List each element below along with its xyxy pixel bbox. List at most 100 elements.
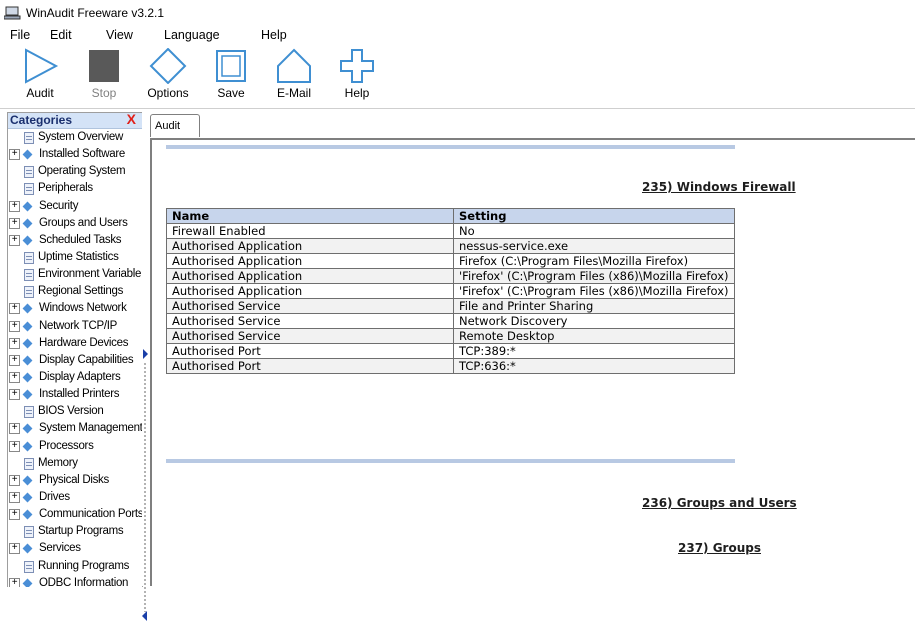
- expand-plus-icon[interactable]: +: [9, 337, 20, 349]
- cell-name: Authorised Application: [166, 253, 454, 269]
- firewall-table: Name Setting Firewall Enabled No Authorise…: [166, 208, 735, 374]
- section-heading-firewall: 235) Windows Firewall: [642, 180, 796, 194]
- sidebar-item[interactable]: + Installed Printers: [8, 386, 142, 403]
- sidebar-item[interactable]: + Hardware Devices: [8, 335, 142, 352]
- table-row: Authorised Application Firefox (C:\Progra…: [166, 253, 735, 269]
- sidebar-item[interactable]: + Physical Disks: [8, 472, 142, 489]
- document-icon: [24, 286, 34, 299]
- sidebar-item[interactable]: Environment Variable: [8, 266, 142, 283]
- cell-setting: Firefox (C:\Program Files\Mozilla Firefo…: [453, 253, 735, 269]
- sidebar-item-label: ODBC Information: [39, 576, 129, 587]
- sidebar-item[interactable]: Operating System: [8, 163, 142, 180]
- category-diamond-icon: [22, 218, 33, 229]
- toolbar: Audit Stop Options Save E-Mail Help: [0, 46, 915, 109]
- sidebar-item[interactable]: Uptime Statistics: [8, 249, 142, 266]
- sidebar-item[interactable]: Memory: [8, 455, 142, 472]
- sidebar-item[interactable]: BIOS Version: [8, 403, 142, 420]
- save-icon: [216, 50, 246, 82]
- expand-plus-icon[interactable]: +: [9, 320, 20, 332]
- expand-plus-icon[interactable]: +: [9, 474, 20, 486]
- expand-plus-icon[interactable]: +: [9, 217, 20, 229]
- expand-plus-icon[interactable]: +: [9, 149, 20, 161]
- collapse-arrow-icon[interactable]: [142, 611, 147, 621]
- sidebar-item[interactable]: System Overview: [8, 129, 142, 146]
- category-diamond-icon: [22, 441, 33, 451]
- sidebar-item[interactable]: + System Management: [8, 420, 142, 437]
- plus-help-icon: [340, 49, 374, 83]
- sidebar-item[interactable]: Running Programs: [8, 558, 142, 575]
- menu-language[interactable]: Language: [164, 28, 220, 42]
- sidebar-item[interactable]: + Services: [8, 540, 142, 557]
- menu-help[interactable]: Help: [261, 28, 287, 42]
- menu-file[interactable]: File: [10, 28, 30, 42]
- sidebar-item-label: Uptime Statistics: [38, 250, 119, 263]
- sidebar-item[interactable]: + ODBC Information: [8, 575, 142, 587]
- cell-setting: File and Printer Sharing: [453, 298, 735, 314]
- sidebar-item-label: Security: [39, 199, 79, 212]
- sidebar-item[interactable]: + Groups and Users: [8, 215, 142, 232]
- document-icon: [24, 526, 34, 539]
- help-button[interactable]: Help: [327, 48, 387, 106]
- sidebar-item[interactable]: + Communication Ports: [8, 506, 142, 523]
- tab-audit[interactable]: Audit: [150, 114, 200, 137]
- audit-button[interactable]: Audit: [10, 48, 70, 106]
- expand-plus-icon[interactable]: +: [9, 543, 20, 555]
- stop-label: Stop: [91, 86, 117, 100]
- splitter-grip[interactable]: [143, 362, 147, 612]
- section-divider: [166, 459, 735, 463]
- expand-plus-icon[interactable]: +: [9, 303, 20, 315]
- cell-setting: 'Firefox' (C:\Program Files (x86)\Mozill…: [453, 268, 735, 284]
- menu-bar: File Edit View Language Help: [0, 26, 915, 46]
- expand-plus-icon[interactable]: +: [9, 354, 20, 366]
- column-header-setting: Setting: [453, 208, 735, 224]
- expand-plus-icon[interactable]: +: [9, 234, 20, 246]
- cell-setting: TCP:389:*: [453, 343, 735, 359]
- category-diamond-icon: [22, 543, 33, 554]
- sidebar-item[interactable]: + Security: [8, 198, 142, 215]
- sidebar-item-label: Drives: [39, 490, 70, 503]
- category-tree: System Overview + Installed Software Operat…: [8, 129, 142, 587]
- stop-button[interactable]: Stop: [74, 48, 134, 106]
- categories-title: Categories: [10, 113, 73, 127]
- sidebar-item[interactable]: + Network TCP/IP: [8, 318, 142, 335]
- category-diamond-icon: [22, 423, 33, 434]
- house-email-icon: [277, 48, 311, 83]
- sidebar-item[interactable]: Peripherals: [8, 180, 142, 197]
- sidebar-item[interactable]: + Display Capabilities: [8, 352, 142, 369]
- menu-edit[interactable]: Edit: [50, 28, 72, 42]
- category-diamond-icon: [22, 372, 33, 383]
- expand-plus-icon[interactable]: +: [9, 491, 20, 503]
- email-label: E-Mail: [276, 86, 311, 100]
- expand-plus-icon[interactable]: +: [9, 389, 20, 401]
- sidebar-item[interactable]: Regional Settings: [8, 283, 142, 300]
- options-button[interactable]: Options: [138, 48, 198, 106]
- document-icon: [24, 251, 34, 264]
- sidebar-item[interactable]: + Processors: [8, 438, 142, 455]
- cell-name: Authorised Service: [166, 313, 454, 329]
- close-icon[interactable]: X: [127, 113, 136, 127]
- expand-arrow-icon[interactable]: [143, 349, 148, 359]
- expand-plus-icon[interactable]: +: [9, 423, 20, 435]
- sidebar-item[interactable]: + Installed Software: [8, 146, 142, 163]
- document-icon: [24, 132, 34, 144]
- sidebar-item[interactable]: + Drives: [8, 489, 142, 506]
- expand-plus-icon[interactable]: +: [9, 200, 20, 212]
- sidebar-item[interactable]: + Display Adapters: [8, 369, 142, 386]
- save-button[interactable]: Save: [201, 48, 261, 106]
- sidebar-item[interactable]: Startup Programs: [8, 523, 142, 540]
- sidebar-item[interactable]: + Scheduled Tasks: [8, 232, 142, 249]
- expand-plus-icon[interactable]: +: [9, 371, 20, 383]
- table-row: Authorised Service Remote Desktop: [166, 328, 735, 344]
- cell-setting: No: [453, 223, 735, 239]
- sidebar-item-label: Environment Variable: [38, 268, 142, 281]
- expand-plus-icon[interactable]: +: [9, 440, 20, 452]
- expand-plus-icon[interactable]: +: [9, 509, 20, 521]
- section-heading-groups-users: 236) Groups and Users: [642, 496, 797, 510]
- sidebar-item[interactable]: + Windows Network: [8, 300, 142, 317]
- options-label: Options: [147, 86, 189, 100]
- cell-setting: TCP:636:*: [453, 358, 735, 374]
- email-button[interactable]: E-Mail: [264, 48, 324, 106]
- panel-splitter[interactable]: [142, 112, 150, 621]
- menu-view[interactable]: View: [106, 28, 133, 42]
- sidebar-item-label: Groups and Users: [39, 216, 128, 229]
